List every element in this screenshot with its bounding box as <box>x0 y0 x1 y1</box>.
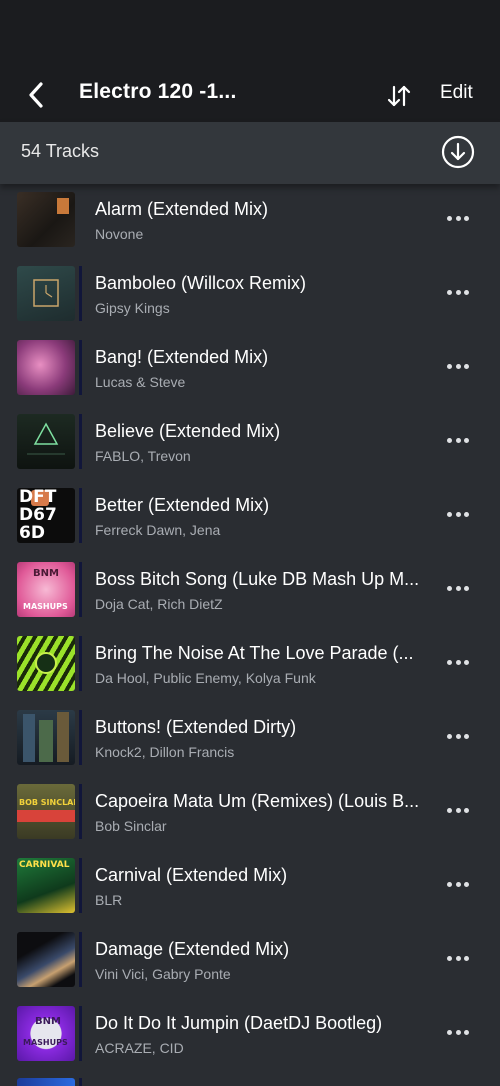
download-circle-icon <box>441 135 475 169</box>
art-edge <box>79 1006 82 1061</box>
sort-button[interactable] <box>383 80 415 112</box>
track-artist: Gipsy Kings <box>95 300 170 316</box>
track-row[interactable]: Believe (Extended Mix) FABLO, Trevon <box>0 406 500 480</box>
track-title: Better (Extended Mix) <box>95 495 270 515</box>
track-row[interactable]: BNM MASHUPS Do It Do It Jumpin (DaetDJ B… <box>0 998 500 1072</box>
more-options-button[interactable] <box>444 654 472 670</box>
album-art <box>17 414 75 469</box>
art-edge <box>79 932 82 987</box>
track-artist: ACRAZE, CID <box>95 1040 184 1056</box>
art-edge <box>79 488 82 543</box>
art-text-label: MASHUPS <box>23 1038 68 1047</box>
art-edge <box>79 266 82 321</box>
track-title: Carnival (Extended Mix) <box>95 865 288 885</box>
more-options-button[interactable] <box>444 1024 472 1040</box>
page-title: Electro 120 -1... <box>79 80 237 103</box>
more-options-button[interactable] <box>444 802 472 818</box>
more-options-button[interactable] <box>444 950 472 966</box>
album-art: DFT D67 6D <box>17 488 75 543</box>
track-title: Capoeira Mata Um (Remixes) (Louis B... <box>95 791 420 811</box>
track-artist: FABLO, Trevon <box>95 448 191 464</box>
track-artist: Da Hool, Public Enemy, Kolya Funk <box>95 670 316 686</box>
album-art <box>17 266 75 321</box>
album-art <box>17 636 75 691</box>
track-row[interactable]: Bring The Noise At The Love Parade (... … <box>0 628 500 702</box>
track-artist: Ferreck Dawn, Jena <box>95 522 221 538</box>
playlist-screen: Electro 120 -1... Edit 54 Tracks Alarm (… <box>0 0 500 1086</box>
next-album-art-partial <box>17 1078 75 1086</box>
more-options-button[interactable] <box>444 580 472 596</box>
art-edge <box>79 562 82 617</box>
art-edge <box>79 414 82 469</box>
sort-arrows-icon <box>387 85 411 107</box>
track-artist: Bob Sinclar <box>95 818 167 834</box>
album-art <box>17 710 75 765</box>
album-art <box>17 932 75 987</box>
track-count: 54 Tracks <box>21 141 100 161</box>
more-options-button[interactable] <box>444 432 472 448</box>
edit-button[interactable]: Edit <box>440 82 473 108</box>
more-options-button[interactable] <box>444 728 472 744</box>
track-title: Bang! (Extended Mix) <box>95 347 269 367</box>
track-row[interactable]: Damage (Extended Mix) Vini Vici, Gabry P… <box>0 924 500 998</box>
art-text-logo: BNM <box>35 1016 61 1027</box>
track-artist: Doja Cat, Rich DietZ <box>95 596 223 612</box>
track-title: Boss Bitch Song (Luke DB Mash Up M... <box>95 569 420 589</box>
track-artist: Novone <box>95 226 144 242</box>
album-art: BNM MASHUPS <box>17 1006 75 1061</box>
chevron-left-icon <box>29 82 43 108</box>
more-options-button[interactable] <box>444 210 472 226</box>
art-text-label: MASHUPS <box>23 602 68 611</box>
art-text-line: DFT <box>19 488 57 507</box>
playlist-info-bar: 54 Tracks <box>0 122 500 184</box>
album-art: CARNIVAL <box>17 858 75 913</box>
more-options-button[interactable] <box>444 506 472 522</box>
album-art: BOB SINCLAR <box>17 784 75 839</box>
track-row[interactable]: Alarm (Extended Mix) Novone <box>0 184 500 258</box>
track-row[interactable]: Bang! (Extended Mix) Lucas & Steve <box>0 332 500 406</box>
track-title: Believe (Extended Mix) <box>95 421 281 441</box>
art-edge <box>79 340 82 395</box>
track-row[interactable]: BNM MASHUPS Boss Bitch Song (Luke DB Mas… <box>0 554 500 628</box>
download-button[interactable] <box>441 135 475 169</box>
more-options-button[interactable] <box>444 876 472 892</box>
album-art <box>17 192 75 247</box>
art-text-line: D67 <box>19 505 57 525</box>
more-options-button[interactable] <box>444 284 472 300</box>
art-text-logo: BOB SINCLAR <box>19 798 75 807</box>
top-bar: Electro 120 -1... Edit <box>0 0 500 122</box>
track-row[interactable]: DFT D67 6D Better (Extended Mix) Ferreck… <box>0 480 500 554</box>
triangle-art-icon <box>27 422 65 455</box>
album-art <box>17 340 75 395</box>
art-edge <box>79 784 82 839</box>
track-row[interactable]: CARNIVAL Carnival (Extended Mix) BLR <box>0 850 500 924</box>
art-edge <box>79 636 82 691</box>
track-title: Buttons! (Extended Dirty) <box>95 717 297 737</box>
track-artist: Vini Vici, Gabry Ponte <box>95 966 231 982</box>
track-list: Alarm (Extended Mix) Novone Bamboleo (Wi… <box>0 184 500 1072</box>
track-title: Bring The Noise At The Love Parade (... <box>95 643 414 663</box>
track-title: Do It Do It Jumpin (DaetDJ Bootleg) <box>95 1013 383 1033</box>
track-title: Damage (Extended Mix) <box>95 939 290 959</box>
art-edge <box>79 1078 82 1086</box>
more-options-button[interactable] <box>444 358 472 374</box>
track-artist: Knock2, Dillon Francis <box>95 744 235 760</box>
track-title: Bamboleo (Willcox Remix) <box>95 273 307 293</box>
album-art: BNM MASHUPS <box>17 562 75 617</box>
art-text-line: 6D <box>19 523 45 543</box>
clock-art-icon <box>33 279 59 307</box>
art-edge <box>79 858 82 913</box>
track-row[interactable]: BOB SINCLAR Capoeira Mata Um (Remixes) (… <box>0 776 500 850</box>
back-button[interactable] <box>20 76 52 114</box>
track-artist: Lucas & Steve <box>95 374 186 390</box>
art-text-logo: CARNIVAL <box>19 860 70 870</box>
track-title: Alarm (Extended Mix) <box>95 199 269 219</box>
track-row[interactable]: Bamboleo (Willcox Remix) Gipsy Kings <box>0 258 500 332</box>
track-row[interactable]: Buttons! (Extended Dirty) Knock2, Dillon… <box>0 702 500 776</box>
art-text-logo: BNM <box>33 568 59 579</box>
track-artist: BLR <box>95 892 123 908</box>
art-edge <box>79 710 82 765</box>
